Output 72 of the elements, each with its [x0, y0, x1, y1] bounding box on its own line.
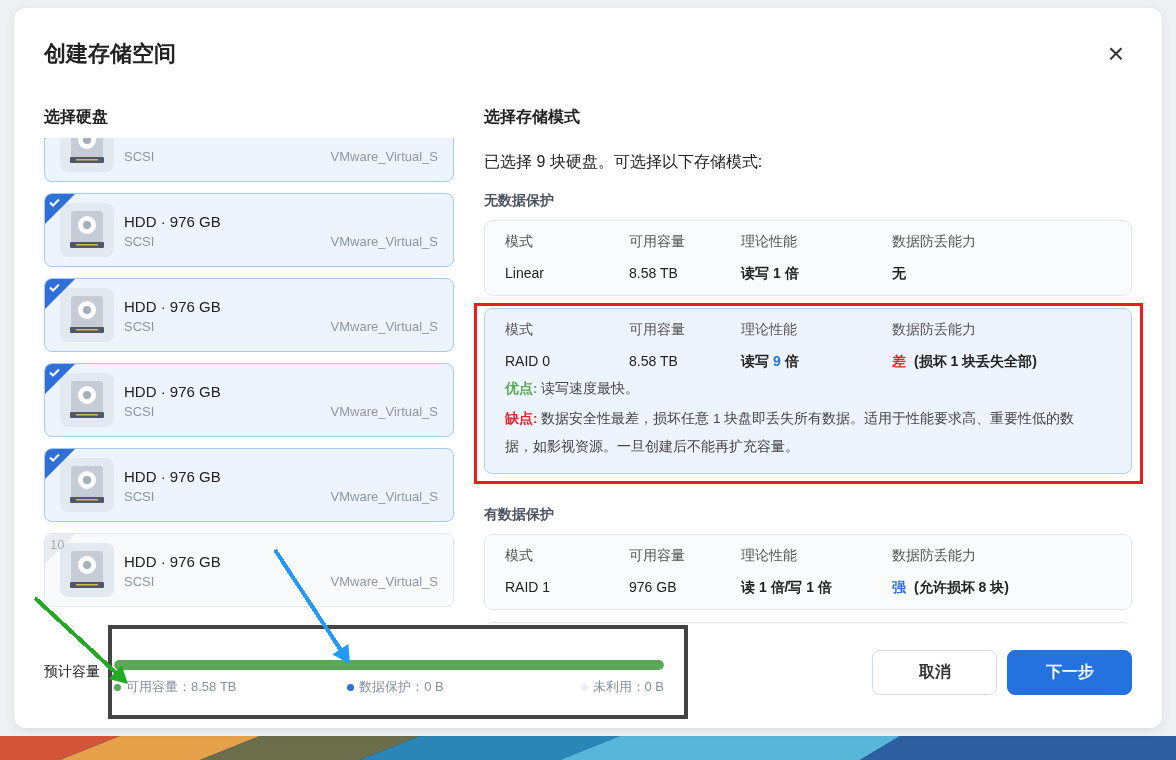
disk-card[interactable]: HDD · 976 GB SCSI VMware_Virtual_S	[44, 278, 454, 352]
mode-name: RAID 0	[505, 353, 552, 371]
disk-bus: SCSI	[124, 488, 155, 504]
column-header: 可用容量	[629, 547, 686, 565]
column-header: 理论性能	[741, 547, 798, 565]
column-header: 数据防丢能力	[892, 547, 977, 565]
hard-drive-icon	[69, 465, 105, 505]
disk-title: HDD · 976 GB	[124, 297, 221, 315]
selection-summary: 已选择 9 块硬盘。可选择以下存储模式:	[484, 152, 764, 172]
protection-note: (损坏 1 块丢失全部)	[914, 353, 1037, 369]
section-heading: 选择存储模式	[484, 107, 581, 127]
disk-card[interactable]: HDD · 976 GB SCSI VMware_Virtual_S	[44, 193, 454, 267]
section-heading: 选择硬盘	[44, 107, 109, 127]
column-header: 可用容量	[629, 233, 686, 251]
disk-model: VMware_Virtual_S	[330, 233, 438, 249]
performance-value: 读写 9 倍	[741, 353, 800, 371]
advantage-text: 优点: 读写速度最快。	[505, 380, 641, 398]
mode-name: RAID 1	[505, 579, 552, 597]
disk-model: VMware_Virtual_S	[330, 318, 438, 334]
group-title: 无数据保护	[484, 192, 555, 210]
disk-card[interactable]: HDD · 976 GB SCSI VMware_Virtual_S	[44, 363, 454, 437]
column-header: 数据防丢能力	[892, 233, 977, 251]
cancel-button[interactable]: 取消	[872, 649, 997, 695]
column-header: 数据防丢能力	[892, 321, 977, 339]
protection-note: (允许损坏 8 块)	[914, 579, 1009, 595]
slot-number: 10	[50, 537, 65, 552]
capacity-value: 8.58 TB	[629, 265, 679, 283]
estimate-label: 预计容量	[44, 663, 100, 681]
legend-label: 数据保护：0 B	[359, 678, 444, 696]
dialog-title: 创建存储空间	[44, 40, 176, 68]
protection-level: 差	[892, 353, 906, 369]
disk-bus: SCSI	[124, 318, 155, 334]
protection-level: 无	[892, 265, 906, 281]
performance-value: 读 1 倍/写 1 倍	[741, 579, 834, 597]
column-header: 可用容量	[629, 321, 686, 339]
column-header: 模式	[505, 233, 534, 251]
disk-model: VMware_Virtual_S	[330, 148, 438, 164]
performance-value: 读写 1 倍	[741, 265, 800, 283]
disk-bus: SCSI	[124, 233, 155, 249]
mode-card[interactable]: 模式 可用容量 理论性能 数据防丢能力 Linear 8.58 TB 读写 1 倍 无	[484, 220, 1132, 296]
disk-bus: SCSI	[124, 148, 155, 164]
mode-card[interactable]: 模式 可用容量 理论性能 数据防丢能力 RAID 1 976 GB 读 1 倍/写 1 倍 强 (允许损坏 8 块)	[484, 534, 1132, 610]
disk-bus: SCSI	[124, 573, 155, 589]
legend-label: 可用容量：8.58 TB	[126, 678, 237, 696]
capacity-value: 976 GB	[629, 579, 678, 597]
capacity-value: 8.58 TB	[629, 353, 679, 371]
disk-model: VMware_Virtual_S	[330, 403, 438, 419]
protection-level: 强	[892, 579, 906, 595]
hard-drive-icon	[69, 210, 105, 250]
column-header: 模式	[505, 321, 534, 339]
disk-model: VMware_Virtual_S	[330, 573, 438, 589]
disk-title: HDD · 976 GB	[124, 382, 221, 400]
column-header: 理论性能	[741, 321, 798, 339]
disadvantage-text: 缺点: 数据安全性最差，损坏任意 1 块盘即丢失所有数据。适用于性能要求高、重要性低的数据，如影视资源。一旦创建后不能再扩充容量。	[505, 410, 1076, 456]
disk-card[interactable]: 10 HDD · 976 GB SCSI VMware_Virtual_S	[44, 533, 454, 607]
disk-card[interactable]: HDD · 976 GB SCSI VMware_Virtual_S	[44, 448, 454, 522]
group-title: 有数据保护	[484, 506, 555, 524]
disk-title: HDD · 976 GB	[124, 467, 221, 485]
disk-model: VMware_Virtual_S	[330, 488, 438, 504]
close-button[interactable]: ×	[1099, 40, 1132, 68]
disk-title: HDD · 976 GB	[124, 212, 221, 230]
mode-name: Linear	[505, 265, 545, 283]
disk-bus: SCSI	[124, 403, 155, 419]
mode-card[interactable]: 模式 可用容量 理论性能 数据防丢能力 RAID 0 8.58 TB 读写 9 倍 差 (损坏 1 块丢失全部) 优点: 读写速度最快。 缺点: 数据安全性最差，损坏任意 1 块盘即丢失所有数据。适用于性能要求高、重要性低的数据，如影视资源。一旦创建后不能再扩充容量。	[484, 308, 1132, 474]
hard-drive-icon	[69, 380, 105, 420]
hard-drive-icon	[69, 295, 105, 335]
disk-title: HDD · 976 GB	[124, 552, 221, 570]
column-header: 理论性能	[741, 233, 798, 251]
legend-label: 未利用：0 B	[592, 678, 664, 696]
next-button[interactable]: 下一步	[1007, 649, 1132, 695]
hard-drive-icon	[69, 550, 105, 590]
column-header: 模式	[505, 547, 534, 565]
